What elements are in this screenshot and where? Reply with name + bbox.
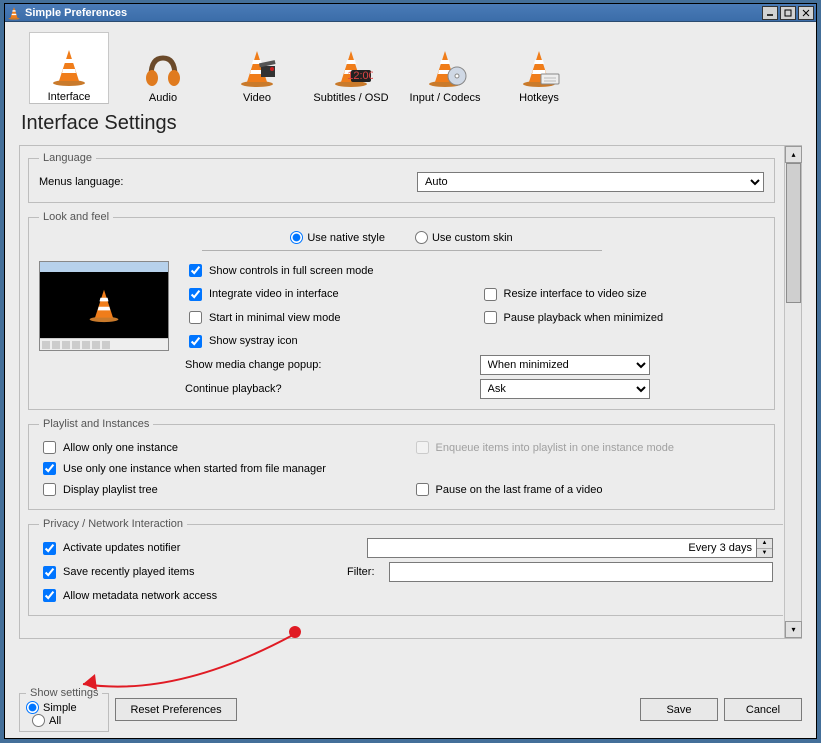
tab-video[interactable]: Video	[217, 32, 297, 104]
scroll-thumb[interactable]	[786, 163, 801, 303]
app-icon	[7, 6, 21, 20]
filter-label: Filter:	[347, 566, 381, 578]
cb-one-instance[interactable]: Allow only one instance	[39, 438, 392, 457]
cb-pause-minimized[interactable]: Pause playback when minimized	[480, 308, 765, 327]
vertical-scrollbar[interactable]: ▴ ▾	[784, 146, 801, 638]
radio-custom-skin[interactable]: Use custom skin	[415, 231, 513, 244]
group-legend: Language	[39, 152, 96, 164]
titlebar: Simple Preferences	[5, 4, 816, 22]
cb-pause-last-frame[interactable]: Pause on the last frame of a video	[412, 480, 765, 499]
updates-interval-spinner[interactable]: ▲▼	[367, 538, 773, 558]
tab-input-codecs[interactable]: Input / Codecs	[405, 32, 485, 104]
cone-keyboard-icon	[515, 48, 563, 88]
updates-interval-input[interactable]	[367, 538, 757, 558]
reset-preferences-button[interactable]: Reset Preferences	[115, 698, 236, 721]
group-legend: Show settings	[26, 687, 102, 699]
tab-audio[interactable]: Audio	[123, 32, 203, 104]
cb-save-recent[interactable]: Save recently played items	[39, 563, 339, 582]
cb-metadata-network[interactable]: Allow metadata network access	[39, 586, 217, 605]
tab-subtitles[interactable]: 12:00 Subtitles / OSD	[311, 32, 391, 104]
group-privacy: Privacy / Network Interaction Activate u…	[28, 518, 783, 616]
spinner-buttons[interactable]: ▲▼	[757, 538, 773, 558]
radio-native-style[interactable]: Use native style	[290, 231, 385, 244]
cone-icon	[45, 47, 93, 87]
cb-integrate-video[interactable]: Integrate video in interface	[185, 285, 470, 304]
cb-resize-interface[interactable]: Resize interface to video size	[480, 285, 765, 304]
cone-clapper-icon	[233, 48, 281, 88]
tab-label: Interface	[48, 91, 91, 103]
scroll-down-icon[interactable]: ▾	[785, 621, 802, 638]
spinner-up-icon[interactable]: ▲	[757, 539, 772, 549]
cb-show-controls-fullscreen[interactable]: Show controls in full screen mode	[185, 261, 470, 280]
window-title: Simple Preferences	[25, 7, 760, 19]
cb-minimal-view[interactable]: Start in minimal view mode	[185, 308, 470, 327]
close-button[interactable]	[798, 6, 814, 20]
group-look-and-feel: Look and feel Use native style Use custo…	[28, 211, 775, 410]
cancel-button[interactable]: Cancel	[724, 698, 802, 721]
page-title: Interface Settings	[21, 112, 802, 135]
svg-text:12:00: 12:00	[347, 70, 373, 82]
save-button[interactable]: Save	[640, 698, 718, 721]
maximize-button[interactable]	[780, 6, 796, 20]
scroll-up-icon[interactable]: ▴	[785, 146, 802, 163]
media-popup-label: Show media change popup:	[185, 359, 470, 371]
media-popup-select[interactable]: When minimized	[480, 355, 650, 375]
group-language: Language Menus language: Auto	[28, 152, 775, 203]
tab-hotkeys[interactable]: Hotkeys	[499, 32, 579, 104]
cone-subtitle-icon: 12:00	[327, 48, 375, 88]
group-playlist: Playlist and Instances Allow only one in…	[28, 418, 775, 510]
radio-all[interactable]: All	[32, 714, 102, 727]
spinner-down-icon[interactable]: ▼	[757, 549, 772, 558]
tab-label: Subtitles / OSD	[313, 92, 388, 104]
tab-label: Audio	[149, 92, 177, 104]
group-legend: Look and feel	[39, 211, 113, 223]
radio-simple[interactable]: Simple	[26, 701, 102, 714]
menus-language-select[interactable]: Auto	[417, 172, 764, 192]
tab-label: Video	[243, 92, 271, 104]
category-toolbar: Interface Audio Video 12:00 Subtitles / …	[19, 32, 802, 104]
continue-playback-label: Continue playback?	[185, 383, 470, 395]
tab-label: Hotkeys	[519, 92, 559, 104]
menus-language-label: Menus language:	[39, 176, 409, 188]
group-show-settings: Show settings Simple All	[19, 687, 109, 732]
tab-interface[interactable]: Interface	[29, 32, 109, 104]
filter-input[interactable]	[389, 562, 773, 582]
continue-playback-select[interactable]: Ask	[480, 379, 650, 399]
cb-systray-icon[interactable]: Show systray icon	[185, 332, 470, 351]
cone-disc-icon	[421, 48, 469, 88]
cb-updates-notifier[interactable]: Activate updates notifier	[39, 539, 359, 558]
cb-one-instance-filemanager[interactable]: Use only one instance when started from …	[39, 459, 764, 478]
minimize-button[interactable]	[762, 6, 778, 20]
group-legend: Privacy / Network Interaction	[39, 518, 187, 530]
cb-enqueue-one-instance: Enqueue items into playlist in one insta…	[412, 438, 765, 457]
group-legend: Playlist and Instances	[39, 418, 153, 430]
tab-label: Input / Codecs	[410, 92, 481, 104]
headphones-icon	[139, 48, 187, 88]
cb-display-playlist-tree[interactable]: Display playlist tree	[39, 480, 392, 499]
interface-preview-thumbnail	[39, 261, 175, 351]
settings-scroll-area: Language Menus language: Auto Look and f…	[19, 145, 802, 639]
